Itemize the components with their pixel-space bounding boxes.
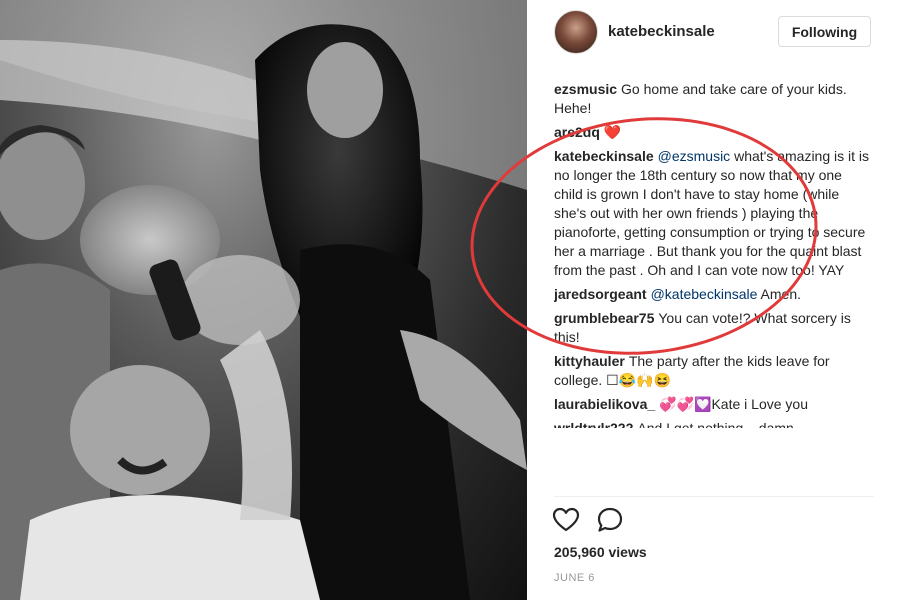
post-username[interactable]: katebeckinsale [608,23,715,40]
comment-text: Amen. [760,286,802,302]
comment-text: what's amazing is it is no longer the 18… [554,148,870,278]
comment-item: katebeckinsale @ezsmusic what's amazing i… [554,147,874,280]
comment-username[interactable]: grumblebear75 [554,310,654,326]
comment-mention[interactable]: @katebeckinsale [651,286,758,302]
comment-mention[interactable]: @ezsmusic [658,148,731,164]
comment-item: are2dq ❤️ [554,123,874,142]
speech-bubble-icon[interactable] [595,505,625,535]
following-button[interactable]: Following [778,16,871,47]
post-date[interactable]: JUNE 6 [554,572,595,584]
comment-item: kittyhauler The party after the kids leav… [554,352,874,390]
post-header: katebeckinsale Following [527,0,900,66]
comment-item: ezsmusic Go home and take care of your ki… [554,80,874,118]
comment-item: laurabielikova_ 💞💞💟Kate i Love you [554,395,874,414]
comment-item: grumblebear75 You can vote!? What sorcery… [554,309,874,347]
comment-username[interactable]: katebeckinsale [554,148,654,164]
comment-item: jaredsorgeant @katebeckinsale Amen. [554,285,874,304]
comment-text: ❤️ [603,124,622,140]
comment-username[interactable]: wrldtrvlr222 [554,420,633,428]
post-photo [0,0,527,600]
comment-username[interactable]: are2dq [554,124,600,140]
comment-username[interactable]: laurabielikova_ [554,396,655,412]
post-sidebar: katebeckinsale Following ezsmusic Go home… [527,0,900,600]
comment-username[interactable]: ezsmusic [554,81,617,97]
view-count: 205,960 views [554,544,647,560]
divider [554,496,874,497]
comment-username[interactable]: kittyhauler [554,353,625,369]
comments-list: ezsmusic Go home and take care of your ki… [554,80,874,494]
heart-outline-icon[interactable] [551,505,581,535]
avatar[interactable] [554,10,598,54]
photo-illustration [0,0,527,600]
comment-text: 💞💞💟Kate i Love you [659,396,808,412]
comment-text: And I get nothing... damn [637,420,794,428]
comment-item: wrldtrvlr222 And I get nothing... damn [554,419,874,428]
comment-username[interactable]: jaredsorgeant [554,286,647,302]
